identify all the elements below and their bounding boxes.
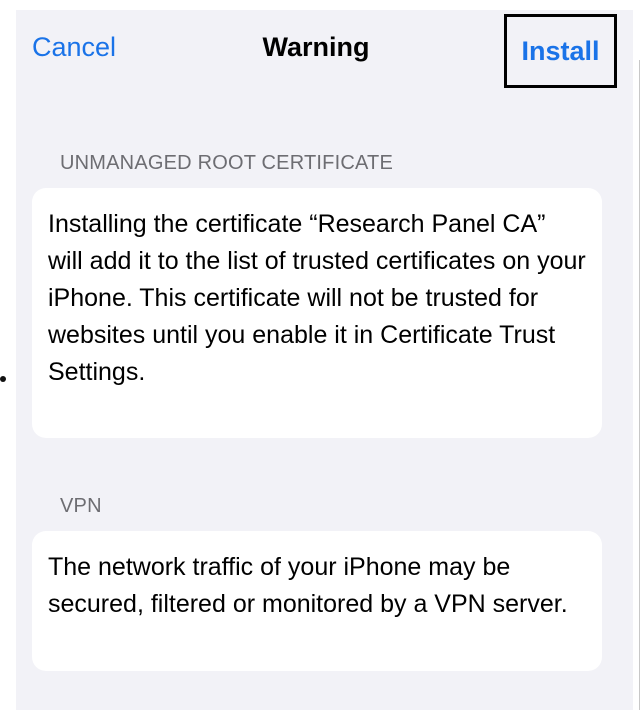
section-header-vpn: VPN: [60, 495, 102, 517]
vpn-warning-text: The network traffic of your iPhone may b…: [48, 553, 568, 618]
root-certificate-warning-card: Installing the certificate “Research Pan…: [32, 188, 602, 438]
root-certificate-warning-text: Installing the certificate “Research Pan…: [48, 210, 586, 386]
vpn-warning-card: The network traffic of your iPhone may b…: [32, 531, 602, 671]
section-header-root-certificate: UNMANAGED ROOT CERTIFICATE: [60, 152, 394, 174]
warning-sheet: Cancel Warning Install UNMANAGED ROOT CE…: [16, 10, 633, 710]
divider: [639, 60, 640, 710]
install-button[interactable]: Install: [504, 14, 617, 88]
navigation-bar: Cancel Warning Install: [16, 10, 633, 90]
edge-marker: [0, 376, 6, 382]
